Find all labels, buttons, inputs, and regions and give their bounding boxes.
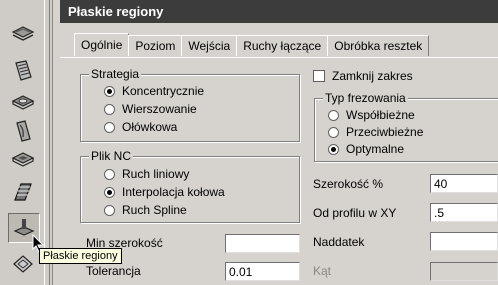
checkbox-label: Zamknij zakres <box>332 69 413 83</box>
option-label: Optymalne <box>346 142 405 156</box>
width-percent-input[interactable]: 40 <box>430 174 498 193</box>
pages-icon <box>15 60 32 81</box>
left-toolbar <box>0 0 53 285</box>
option-label: Ołówkowa <box>122 120 178 134</box>
angle-label: Kąt <box>313 264 332 278</box>
tab-strip: Ogólnie Poziom Wejścia Ruchy łączące Obr… <box>74 33 430 57</box>
nc-file-legend: Plik NC <box>89 149 134 163</box>
radio-selected-icon <box>104 186 115 198</box>
tolerance-label: Tolerancja <box>86 264 141 278</box>
profile-icon <box>16 120 31 142</box>
layers-icon <box>11 26 35 41</box>
option-label: Koncentrycznie <box>122 84 205 98</box>
nc-option-spline[interactable]: Ruch Spline <box>104 202 187 218</box>
milling-option-conventional[interactable]: Przeciwbieżne <box>328 124 423 140</box>
from-profile-input[interactable]: .5 <box>430 203 498 222</box>
angle-input <box>430 262 498 281</box>
from-profile-label: Od profilu w XY <box>313 206 397 220</box>
strategy-option-concentric[interactable]: Koncentrycznie <box>104 83 204 99</box>
window-title: Płaskie regiony <box>68 4 164 19</box>
toolbar-button-layers[interactable] <box>8 20 38 48</box>
option-label: Ruch liniowy <box>122 167 190 181</box>
allowance-input[interactable] <box>430 232 498 251</box>
option-label: Ruch Spline <box>122 203 187 217</box>
pocket-icon <box>11 152 35 167</box>
milling-type-legend: Typ frezowania <box>323 91 408 105</box>
toolbar-button-pages[interactable] <box>8 57 38 85</box>
waterline-icon <box>14 183 32 201</box>
radio-icon <box>104 103 115 115</box>
tab-entries[interactable]: Wejścia <box>181 35 238 56</box>
strategy-option-pencil[interactable]: Ołówkowa <box>104 119 177 135</box>
close-range-checkbox[interactable]: Zamknij zakres <box>313 68 413 84</box>
nc-option-linear[interactable]: Ruch liniowy <box>104 166 189 182</box>
strategy-legend: Strategia <box>89 67 142 81</box>
finishing-icon <box>13 255 33 273</box>
milling-option-optimal[interactable]: Optymalne <box>328 141 404 157</box>
strategy-option-raster[interactable]: Wierszowanie <box>104 101 197 117</box>
surface-icon <box>11 95 35 110</box>
radio-selected-icon <box>328 143 339 155</box>
option-label: Przeciwbieżne <box>346 125 424 139</box>
window-title-bar: Płaskie regiony <box>60 0 498 23</box>
radio-icon <box>328 109 339 121</box>
allowance-label: Naddatek <box>313 235 365 249</box>
toolbar-button-surface[interactable] <box>8 88 38 116</box>
radio-icon <box>104 121 115 133</box>
radio-icon <box>328 126 339 138</box>
toolbar-button-pocket[interactable] <box>8 146 38 174</box>
radio-icon <box>104 204 115 216</box>
tab-panel-border <box>60 57 498 58</box>
radio-icon <box>104 168 115 180</box>
nc-option-circular[interactable]: Interpolacja kołowa <box>104 184 225 200</box>
min-width-input[interactable] <box>225 234 300 253</box>
milling-option-climb[interactable]: Współbieżne <box>328 107 415 123</box>
option-label: Współbieżne <box>346 108 415 122</box>
tab-rest-machining[interactable]: Obróbka resztek <box>327 35 430 56</box>
tab-level[interactable]: Poziom <box>128 35 183 56</box>
width-percent-label: Szerokość % <box>313 177 384 191</box>
radio-selected-icon <box>104 85 115 97</box>
toolbar-button-profile[interactable] <box>8 117 38 145</box>
tolerance-input[interactable]: 0.01 <box>225 262 300 281</box>
toolbar-button-finishing[interactable] <box>8 250 38 278</box>
option-label: Wierszowanie <box>122 102 197 116</box>
tab-linking-moves[interactable]: Ruchy łączące <box>236 35 329 56</box>
toolbar-tooltip: Płaskie regiony <box>39 248 122 264</box>
option-label: Interpolacja kołowa <box>122 185 225 199</box>
checkbox-icon <box>313 70 325 82</box>
tab-general[interactable]: Ogólnie <box>74 33 130 56</box>
toolbar-button-waterline[interactable] <box>8 178 38 206</box>
